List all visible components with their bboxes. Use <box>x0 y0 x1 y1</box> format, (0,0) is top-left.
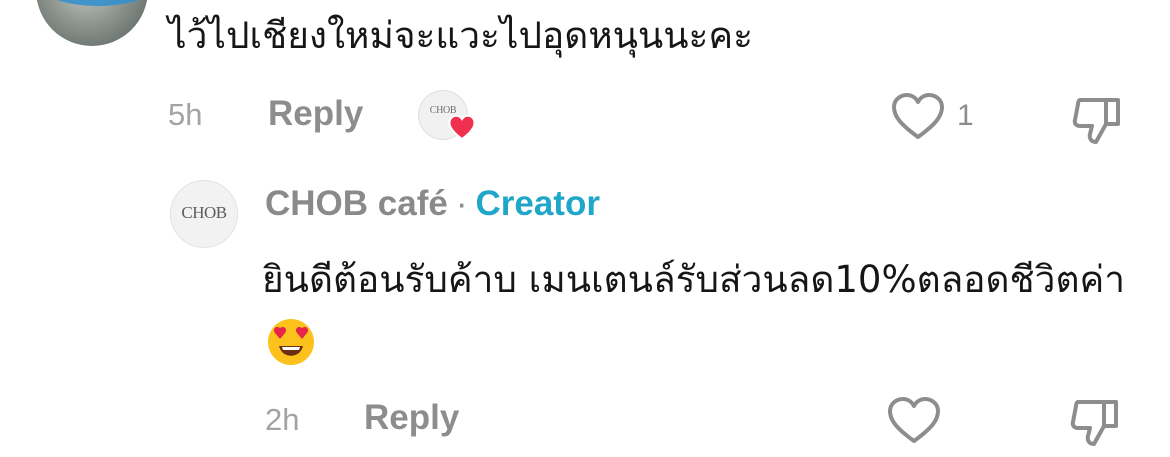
reply-dislike-icon[interactable] <box>1070 396 1124 448</box>
reply-like-heart-icon[interactable] <box>886 396 942 446</box>
comment-reply-button[interactable]: Reply <box>268 94 363 134</box>
comment-like-count: 1 <box>957 99 974 132</box>
reply-timestamp: 2h <box>265 402 300 437</box>
comment-timestamp: 5h <box>168 97 203 132</box>
creator-liked-badge: CHOB <box>418 90 476 141</box>
reply-body: ยินดีต้อนรับค้าบ เมนเตนล์รับส่วนลด10%ตลอ… <box>262 248 1152 376</box>
comment-like-heart-icon[interactable] <box>890 92 946 142</box>
reply-separator: · <box>455 184 468 223</box>
reply-author-name[interactable]: CHOB café <box>265 184 448 223</box>
creator-avatar-logo: CHOB <box>181 203 227 222</box>
commenter-avatar[interactable] <box>36 0 148 46</box>
creator-badge: Creator <box>475 184 600 223</box>
reply-text: ยินดีต้อนรับค้าบ เมนเตนล์รับส่วนลด10%ตลอ… <box>262 258 1125 301</box>
heart-filled-icon <box>448 114 476 141</box>
creator-avatar[interactable]: CHOB <box>170 180 238 248</box>
heart-eyes-emoji-icon <box>268 318 314 365</box>
reply-reply-button[interactable]: Reply <box>364 398 459 438</box>
comment-dislike-icon[interactable] <box>1072 94 1126 146</box>
reply-header: CHOB café · Creator <box>265 182 600 226</box>
comment-text: ไว้ไปเชียงใหม่จะแวะไปอุดหนุนนะคะ <box>168 14 753 57</box>
